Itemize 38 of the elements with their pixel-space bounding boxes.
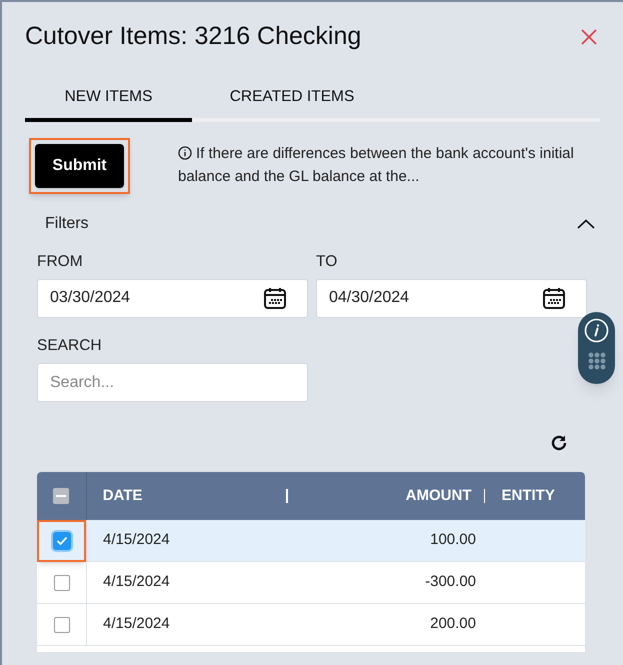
column-header[interactable]: ENTITY	[485, 484, 585, 508]
date-field[interactable]: 04/30/2024	[316, 278, 587, 318]
table-row[interactable]: 4/15/2024 -300.00	[37, 562, 585, 604]
table-cell-text: 200.00	[429, 614, 476, 634]
table-row[interactable]: 4/15/2024 100.00	[37, 520, 585, 562]
row-checkbox[interactable]	[54, 574, 70, 590]
field-label: TO	[316, 252, 338, 272]
field-label: FROM	[37, 252, 84, 272]
table-cell-text: 4/15/2024	[102, 530, 171, 550]
grid-icon[interactable]	[586, 351, 606, 371]
select-all-checkbox[interactable]	[53, 488, 70, 504]
field-label: SEARCH	[37, 336, 103, 356]
row-checkbox[interactable]	[52, 532, 70, 550]
date-field[interactable]: 03/30/2024	[37, 278, 308, 318]
table-cell-text: 100.00	[429, 530, 476, 550]
help-widget[interactable]	[578, 312, 615, 384]
close-icon[interactable]	[581, 28, 597, 45]
info-icon	[178, 146, 192, 160]
info-text: If there are differences between the bank account's initial balance and the GL balance at the...	[178, 144, 575, 186]
table-cell-text: 4/15/2024	[102, 614, 171, 634]
table-cell-text: -300.00	[424, 572, 476, 592]
collapse-icon[interactable]	[577, 218, 595, 228]
table-cell-text: 4/15/2024	[102, 572, 171, 592]
calendar-icon[interactable]	[263, 286, 287, 310]
calendar-icon[interactable]	[542, 286, 566, 310]
refresh-icon[interactable]	[550, 434, 568, 452]
filters-heading: Filters	[45, 214, 89, 234]
column-header[interactable]: AMOUNT	[288, 484, 484, 508]
info-icon[interactable]	[584, 318, 609, 343]
table-row[interactable]: 4/15/2024 200.00	[37, 604, 585, 646]
search-field[interactable]: Search...	[37, 363, 308, 402]
dialog-title: Cutover Items: 3216 Checking	[25, 21, 362, 52]
submit-button[interactable]: Submit	[35, 144, 124, 188]
column-header[interactable]: DATE	[86, 484, 286, 508]
row-checkbox[interactable]	[54, 616, 70, 632]
check-icon	[56, 536, 68, 546]
tab[interactable]: NEW ITEMS	[25, 76, 192, 122]
tab[interactable]: CREATED ITEMS	[192, 76, 392, 122]
